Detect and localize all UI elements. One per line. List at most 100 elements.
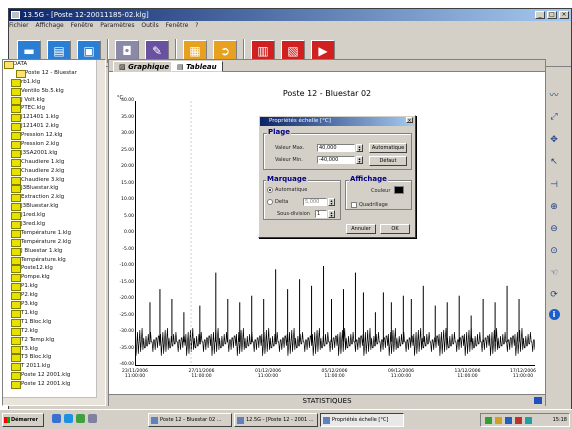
tree-file-item[interactable]: J Volt.klg — [3, 96, 105, 105]
tree-file-item[interactable]: P2.klg — [3, 291, 105, 301]
statistics-close-icon[interactable] — [534, 397, 542, 404]
menu-parameters[interactable]: Paramètres — [100, 22, 134, 29]
tree-file-item[interactable]: J3SA2001.klg — [3, 149, 105, 158]
tree-file-item[interactable]: Extraction 2.klg — [3, 193, 105, 203]
move-tool[interactable]: ✥ — [547, 130, 561, 149]
tree-folder[interactable]: Poste 12 - Bluestar — [3, 69, 105, 78]
tray-sync-icon[interactable] — [525, 417, 532, 424]
tree-file-item[interactable]: rb1.klg — [3, 78, 105, 87]
tree-file-item[interactable]: T1.klg — [3, 309, 105, 318]
tree-file-item[interactable]: T3.klg — [3, 345, 105, 354]
maximize-button[interactable]: □ — [547, 11, 557, 19]
quicklaunch-desktop-icon[interactable] — [52, 414, 61, 423]
tree-file-item[interactable]: T1 Bloc.klg — [3, 318, 105, 327]
zoom-out-tool[interactable]: ⊖ — [547, 219, 561, 238]
info-tool[interactable]: i — [547, 305, 561, 324]
cursor-tool[interactable]: ↖ — [547, 152, 561, 171]
grid-checkbox[interactable] — [351, 202, 357, 208]
custom-marking-radio[interactable] — [267, 199, 273, 205]
auto-button[interactable]: Automatique — [369, 143, 407, 153]
color-swatch[interactable] — [394, 186, 404, 194]
y-tick-label: 35.00 — [121, 114, 134, 120]
max-value-stepper[interactable]: ▴ ▾ — [356, 144, 363, 152]
tree-file-item[interactable]: J1red.klg — [3, 211, 105, 221]
window-titlebar[interactable]: 13.5G - [Poste 12-20011185-02.klg] — [9, 9, 571, 21]
tree-file-item[interactable]: Poste 12 2001.klg — [3, 371, 105, 381]
delta-input[interactable]: 5,000 — [303, 198, 327, 206]
tree-file-item[interactable]: Pompe.klg — [3, 273, 105, 283]
tray-volume-icon[interactable] — [495, 417, 502, 424]
min-value-input[interactable]: -40,000 — [317, 156, 355, 164]
menu-file[interactable]: Fichier — [9, 22, 29, 29]
app-icon[interactable] — [11, 11, 20, 19]
tree-file-item[interactable]: Poste 12 2001.klg — [3, 380, 105, 390]
zoom-in-icon: ⊕ — [550, 201, 558, 212]
tree-file-item[interactable]: Température.klg — [3, 256, 105, 265]
tree-file-item[interactable]: Poste12.klg — [3, 264, 105, 274]
default-button[interactable]: Défaut — [369, 156, 407, 166]
zoom-reset-tool[interactable]: ⊙ — [547, 241, 561, 260]
cancel-button[interactable]: Annuler — [346, 224, 376, 234]
statistics-bar[interactable]: STATISTIQUES — [109, 394, 545, 406]
task-dialog[interactable]: Propriétés échelle [°C] — [320, 413, 404, 427]
max-value-input[interactable]: 40,000 — [317, 144, 355, 152]
min-value-stepper[interactable]: ▴ ▾ — [356, 156, 363, 164]
menu-view[interactable]: Affichage — [36, 22, 64, 29]
tree-file-item[interactable]: Chaudiere 3.klg — [3, 176, 105, 185]
tree-file-item[interactable]: J Bluestar 1.klg — [3, 247, 105, 256]
zoom-curve-tool[interactable]: 〰 — [547, 85, 561, 104]
tree-vertical-scrollbar[interactable] — [96, 60, 105, 405]
zoom-in-tool[interactable]: ⊕ — [547, 197, 561, 216]
tree-file-item[interactable]: T2 Temp.klg — [3, 336, 105, 345]
tree-file-item[interactable]: Température 1.klg — [3, 229, 105, 238]
chart-title: Poste 12 - Bluestar 02 — [282, 89, 372, 98]
tree-file-item[interactable]: PTEC.klg — [3, 104, 105, 114]
menu-tools[interactable]: Outils — [141, 22, 158, 29]
tree-file-item[interactable]: J3red.klg — [3, 220, 105, 230]
quicklaunch-ie-icon[interactable] — [64, 414, 73, 423]
tree-file-item[interactable]: P3.klg — [3, 300, 105, 310]
quicklaunch-app-icon[interactable] — [76, 414, 85, 423]
tab-table[interactable]: ▤ Tableau — [171, 61, 223, 72]
tree-file-item[interactable]: P1.klg — [3, 282, 105, 292]
delta-stepper[interactable]: ▴ ▾ — [328, 198, 335, 206]
tree-file-item[interactable]: J121401 1.klg — [3, 113, 105, 123]
tree-file-item[interactable]: J3Bluestar.klg — [3, 184, 105, 194]
tree-file-item[interactable]: Chaudiere 1.klg — [3, 158, 105, 167]
dialog-titlebar[interactable]: Propriétés échelle [°C] — [260, 117, 414, 126]
close-button[interactable]: × — [559, 11, 569, 19]
tree-file-item[interactable]: Ventilo 5b.5.klg — [3, 87, 105, 96]
task-chart[interactable]: Poste 12 - Bluestar 02 ... — [148, 413, 232, 427]
marker-tool[interactable]: ⊣ — [547, 175, 561, 194]
tray-network-icon[interactable] — [485, 417, 492, 424]
auto-scale-tool[interactable]: ⤢ — [547, 107, 561, 126]
quicklaunch-app2-icon[interactable] — [88, 414, 97, 423]
tree-file-item[interactable]: J3Bluestar.klg — [3, 202, 105, 212]
tree-horizontal-scrollbar[interactable] — [3, 397, 97, 405]
tray-app-icon[interactable] — [505, 417, 512, 424]
menu-help[interactable]: ? — [195, 22, 198, 29]
auto-marking-radio[interactable] — [267, 187, 273, 193]
ok-button[interactable]: OK — [380, 224, 410, 234]
tree-file-item[interactable]: T3 Bloc.klg — [3, 353, 105, 363]
tab-graph[interactable]: ▨ Graphique — [113, 61, 176, 72]
menu-window[interactable]: Fenêtre — [71, 22, 94, 29]
refresh-tool[interactable]: ⟳ — [547, 285, 561, 304]
tree-file-item[interactable]: T 2011.klg — [3, 362, 105, 372]
tree-file-item[interactable]: T2.klg — [3, 327, 105, 336]
tree-file-item[interactable]: Pression 12.klg — [3, 131, 105, 141]
menu-window-2[interactable]: Fenêtre — [166, 22, 189, 29]
tree-file-item[interactable]: J121401 2.klg — [3, 122, 105, 132]
subdivision-stepper[interactable]: ▴ ▾ — [328, 210, 335, 218]
minimize-button[interactable]: _ — [535, 11, 545, 19]
tree-file-item[interactable]: Température 2.klg — [3, 238, 105, 247]
tray-security-icon[interactable] — [515, 417, 522, 424]
tree-root[interactable]: DATA — [3, 60, 105, 69]
tree-file-item[interactable]: Chaudiere 2.klg — [3, 167, 105, 176]
tree-file-item[interactable]: Pression 2.klg — [3, 140, 105, 150]
start-button[interactable]: Démarrer — [2, 413, 44, 427]
subdivision-input[interactable]: 1 — [315, 210, 327, 218]
dialog-close-button[interactable]: × — [406, 117, 413, 124]
task-main-app[interactable]: 12.5G - [Poste 12 - 2001 ... — [234, 413, 318, 427]
hand-tool[interactable]: ☜ — [547, 263, 561, 282]
